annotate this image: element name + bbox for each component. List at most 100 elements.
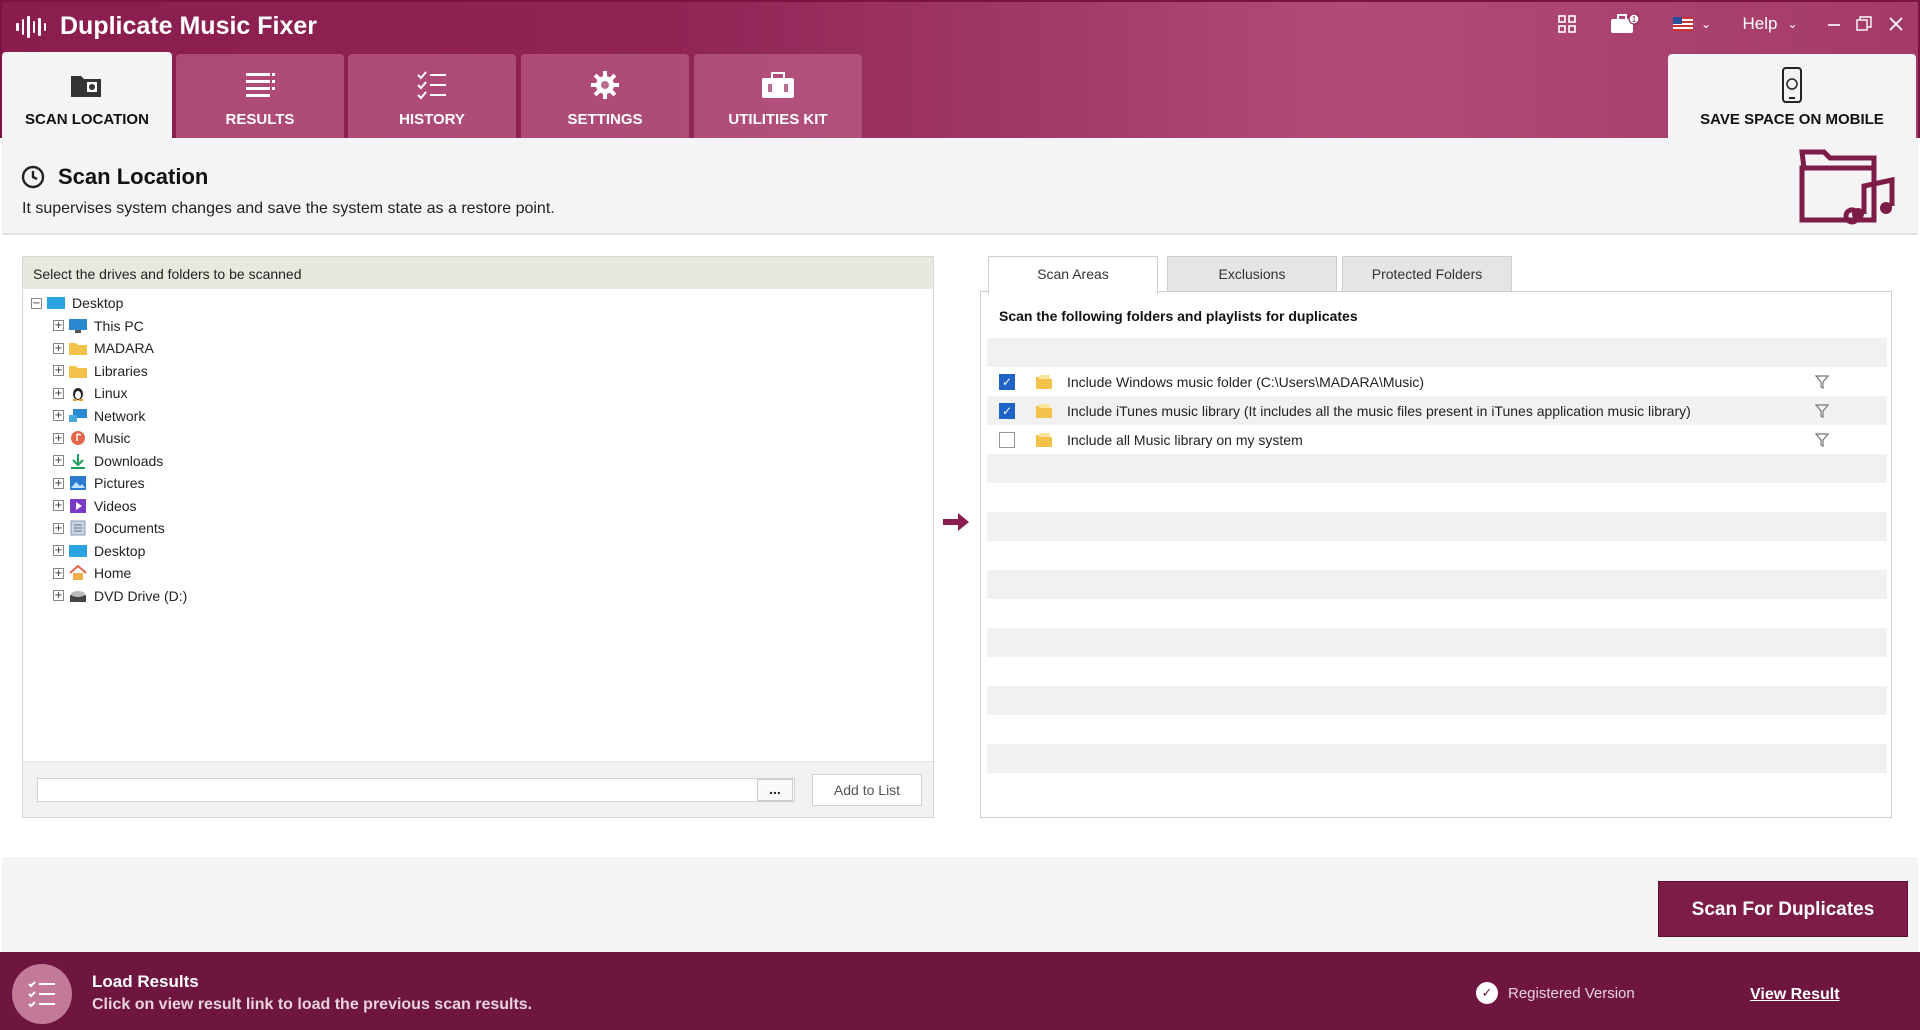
folder-icon: [1035, 374, 1053, 390]
music-icon: [68, 430, 88, 446]
video-icon: [68, 498, 88, 514]
expand-icon[interactable]: +: [53, 500, 64, 511]
checkbox-unchecked[interactable]: [999, 431, 1015, 448]
path-input[interactable]: [37, 778, 795, 802]
scan-area-row-windows-music[interactable]: ✓ Include Windows music folder (C:\Users…: [987, 367, 1887, 396]
tree-item-libraries[interactable]: + Libraries: [53, 361, 148, 381]
tab-utilities-kit[interactable]: UTILITIES KIT: [694, 54, 862, 138]
chevron-down-icon: ⌄: [1787, 17, 1798, 31]
page-description: It supervises system changes and save th…: [22, 200, 555, 217]
music-folder-icon: [1798, 146, 1898, 226]
tab-history[interactable]: HISTORY: [348, 54, 516, 138]
tree-item-desktop-root[interactable]: − Desktop: [31, 293, 123, 313]
download-icon: [68, 453, 88, 469]
chevron-down-icon: ⌄: [1700, 17, 1712, 31]
expand-icon[interactable]: +: [53, 455, 64, 466]
tree-item-videos[interactable]: + Videos: [53, 496, 137, 516]
home-icon: [68, 565, 88, 581]
tree-item-label: This PC: [94, 317, 144, 334]
help-menu[interactable]: Help ⌄: [1740, 10, 1800, 38]
tree-item-dvd-drive[interactable]: + DVD Drive (D:): [53, 586, 187, 606]
expand-icon[interactable]: +: [53, 320, 64, 331]
gear-icon: [587, 67, 623, 103]
scan-for-duplicates-button[interactable]: Scan For Duplicates: [1658, 881, 1908, 937]
empty-row: [987, 454, 1887, 483]
document-icon: [68, 520, 88, 536]
filter-icon[interactable]: [1814, 374, 1830, 390]
tree-item-madara[interactable]: + MADARA: [53, 338, 154, 358]
close-button[interactable]: [1884, 10, 1908, 38]
view-result-link[interactable]: View Result: [1750, 986, 1840, 1004]
expand-icon[interactable]: +: [53, 477, 64, 489]
minimize-button[interactable]: [1822, 10, 1846, 38]
pictures-icon: [68, 475, 88, 491]
restore-button[interactable]: [1852, 10, 1876, 38]
scan-areas-heading: Scan the following folders and playlists…: [999, 308, 1358, 324]
tree-item-pictures[interactable]: + Pictures: [53, 473, 145, 493]
tab-label: RESULTS: [225, 111, 295, 128]
browse-button[interactable]: ...: [757, 779, 793, 801]
tab-save-space-on-mobile[interactable]: SAVE SPACE ON MOBILE: [1668, 54, 1916, 138]
scan-area-label: Include iTunes music library (It include…: [1067, 402, 1691, 419]
app-title: Duplicate Music Fixer: [60, 12, 318, 40]
tree-item-label: Linux: [94, 385, 128, 401]
scan-area-row-all-music[interactable]: Include all Music library on my system: [987, 425, 1887, 454]
tree-item-label: Libraries: [94, 362, 148, 379]
tab-scan-areas[interactable]: Scan Areas: [988, 256, 1158, 294]
expand-icon[interactable]: +: [53, 387, 64, 399]
load-results-icon[interactable]: [12, 964, 72, 1024]
tab-exclusions[interactable]: Exclusions: [1167, 256, 1337, 292]
tree-item-linux[interactable]: + Linux: [53, 383, 127, 403]
tree-item-documents[interactable]: + Documents: [53, 518, 165, 538]
folder-icon: [1035, 403, 1053, 419]
filter-icon[interactable]: [1814, 403, 1830, 419]
tree-item-label: Documents: [94, 520, 165, 536]
load-results-description: Click on view result link to load the pr…: [92, 996, 533, 1013]
expand-icon[interactable]: +: [53, 590, 64, 601]
expand-icon[interactable]: +: [53, 342, 64, 354]
tab-protected-folders[interactable]: Protected Folders: [1342, 256, 1512, 292]
collapse-icon[interactable]: −: [31, 297, 42, 309]
folder-icon: [68, 340, 88, 356]
scan-area-row-itunes[interactable]: ✓ Include iTunes music library (It inclu…: [987, 396, 1887, 425]
tree-item-home[interactable]: + Home: [53, 563, 131, 583]
network-icon: [68, 408, 88, 424]
expand-icon[interactable]: +: [53, 545, 64, 556]
tree-item-label: Music: [94, 430, 131, 446]
checkbox-checked[interactable]: ✓: [999, 373, 1015, 390]
expand-icon[interactable]: +: [53, 432, 64, 444]
tab-settings[interactable]: SETTINGS: [521, 54, 689, 138]
expand-icon[interactable]: +: [53, 522, 64, 534]
add-to-list-button[interactable]: Add to List: [812, 774, 922, 806]
language-flag-dropdown[interactable]: ⌄: [1670, 10, 1714, 38]
tree-item-music[interactable]: + Music: [53, 428, 131, 448]
tree-item-network[interactable]: + Network: [53, 406, 145, 426]
filter-icon[interactable]: [1814, 432, 1830, 448]
expand-icon[interactable]: +: [53, 410, 64, 421]
tab-scan-location[interactable]: SCAN LOCATION: [2, 52, 172, 138]
tree-item-label: Videos: [94, 497, 137, 514]
tree-item-desktop[interactable]: + Desktop: [53, 541, 145, 561]
empty-row: [987, 512, 1887, 541]
expand-icon[interactable]: +: [53, 365, 64, 376]
grid-apps-icon[interactable]: [1554, 10, 1580, 38]
checkbox-checked[interactable]: ✓: [999, 402, 1015, 419]
expand-icon[interactable]: +: [53, 567, 64, 579]
svg-text:1: 1: [1632, 15, 1637, 24]
scan-location-icon: [69, 67, 105, 103]
tab-label: SCAN LOCATION: [25, 111, 149, 128]
toolkit-icon: [760, 67, 796, 103]
tab-results[interactable]: RESULTS: [176, 54, 344, 138]
empty-row: [987, 628, 1887, 657]
registered-label: Registered Version: [1508, 984, 1635, 1002]
desktop-icon: [68, 543, 88, 559]
notification-briefcase-icon[interactable]: 1: [1608, 10, 1642, 38]
history-checklist-icon: [414, 67, 450, 103]
tree-item-label: Network: [94, 407, 146, 424]
empty-row: [987, 570, 1887, 599]
tab-label: UTILITIES KIT: [728, 111, 828, 128]
tree-item-this-pc[interactable]: + This PC: [53, 316, 144, 336]
empty-row: [987, 744, 1887, 773]
tree-item-downloads[interactable]: + Downloads: [53, 451, 163, 471]
arrow-right-icon: [942, 512, 970, 532]
